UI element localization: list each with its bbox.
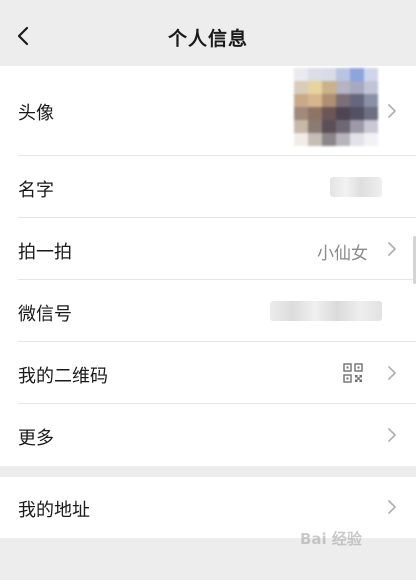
name-label: 名字 bbox=[18, 180, 54, 201]
chevron-right-icon bbox=[388, 104, 396, 118]
pat-value: 小仙女 bbox=[317, 244, 368, 264]
address-label: 我的地址 bbox=[18, 500, 90, 521]
chevron-right-icon bbox=[388, 366, 396, 380]
chevron-right-icon bbox=[388, 428, 396, 442]
name-value-blurred bbox=[330, 177, 382, 197]
avatar-label: 头像 bbox=[18, 103, 54, 124]
avatar-row[interactable]: 头像 bbox=[0, 66, 416, 156]
wechat-id-row[interactable]: 微信号 bbox=[0, 280, 416, 342]
nav-bar: 个人信息 bbox=[0, 0, 416, 66]
pat-row[interactable]: 拍一拍 小仙女 bbox=[0, 218, 416, 280]
qr-code-row[interactable]: 我的二维码 bbox=[0, 342, 416, 404]
pat-label: 拍一拍 bbox=[18, 242, 72, 263]
profile-info-list: 头像 名字 拍一拍 小仙女 微信号 我的二维码 更多 bbox=[0, 66, 416, 466]
page-title: 个人信息 bbox=[167, 28, 248, 50]
qr-code-icon bbox=[343, 363, 363, 383]
avatar-image[interactable] bbox=[294, 68, 378, 146]
wechat-id-label: 微信号 bbox=[18, 304, 72, 325]
watermark: Bai 经验 bbox=[300, 530, 362, 548]
more-row[interactable]: 更多 bbox=[0, 404, 416, 466]
chevron-right-icon bbox=[388, 242, 396, 256]
qr-code-label: 我的二维码 bbox=[18, 366, 108, 387]
name-row[interactable]: 名字 bbox=[0, 156, 416, 218]
more-label: 更多 bbox=[18, 428, 54, 449]
wechat-id-value-blurred bbox=[270, 301, 382, 321]
chevron-right-icon bbox=[388, 500, 396, 514]
